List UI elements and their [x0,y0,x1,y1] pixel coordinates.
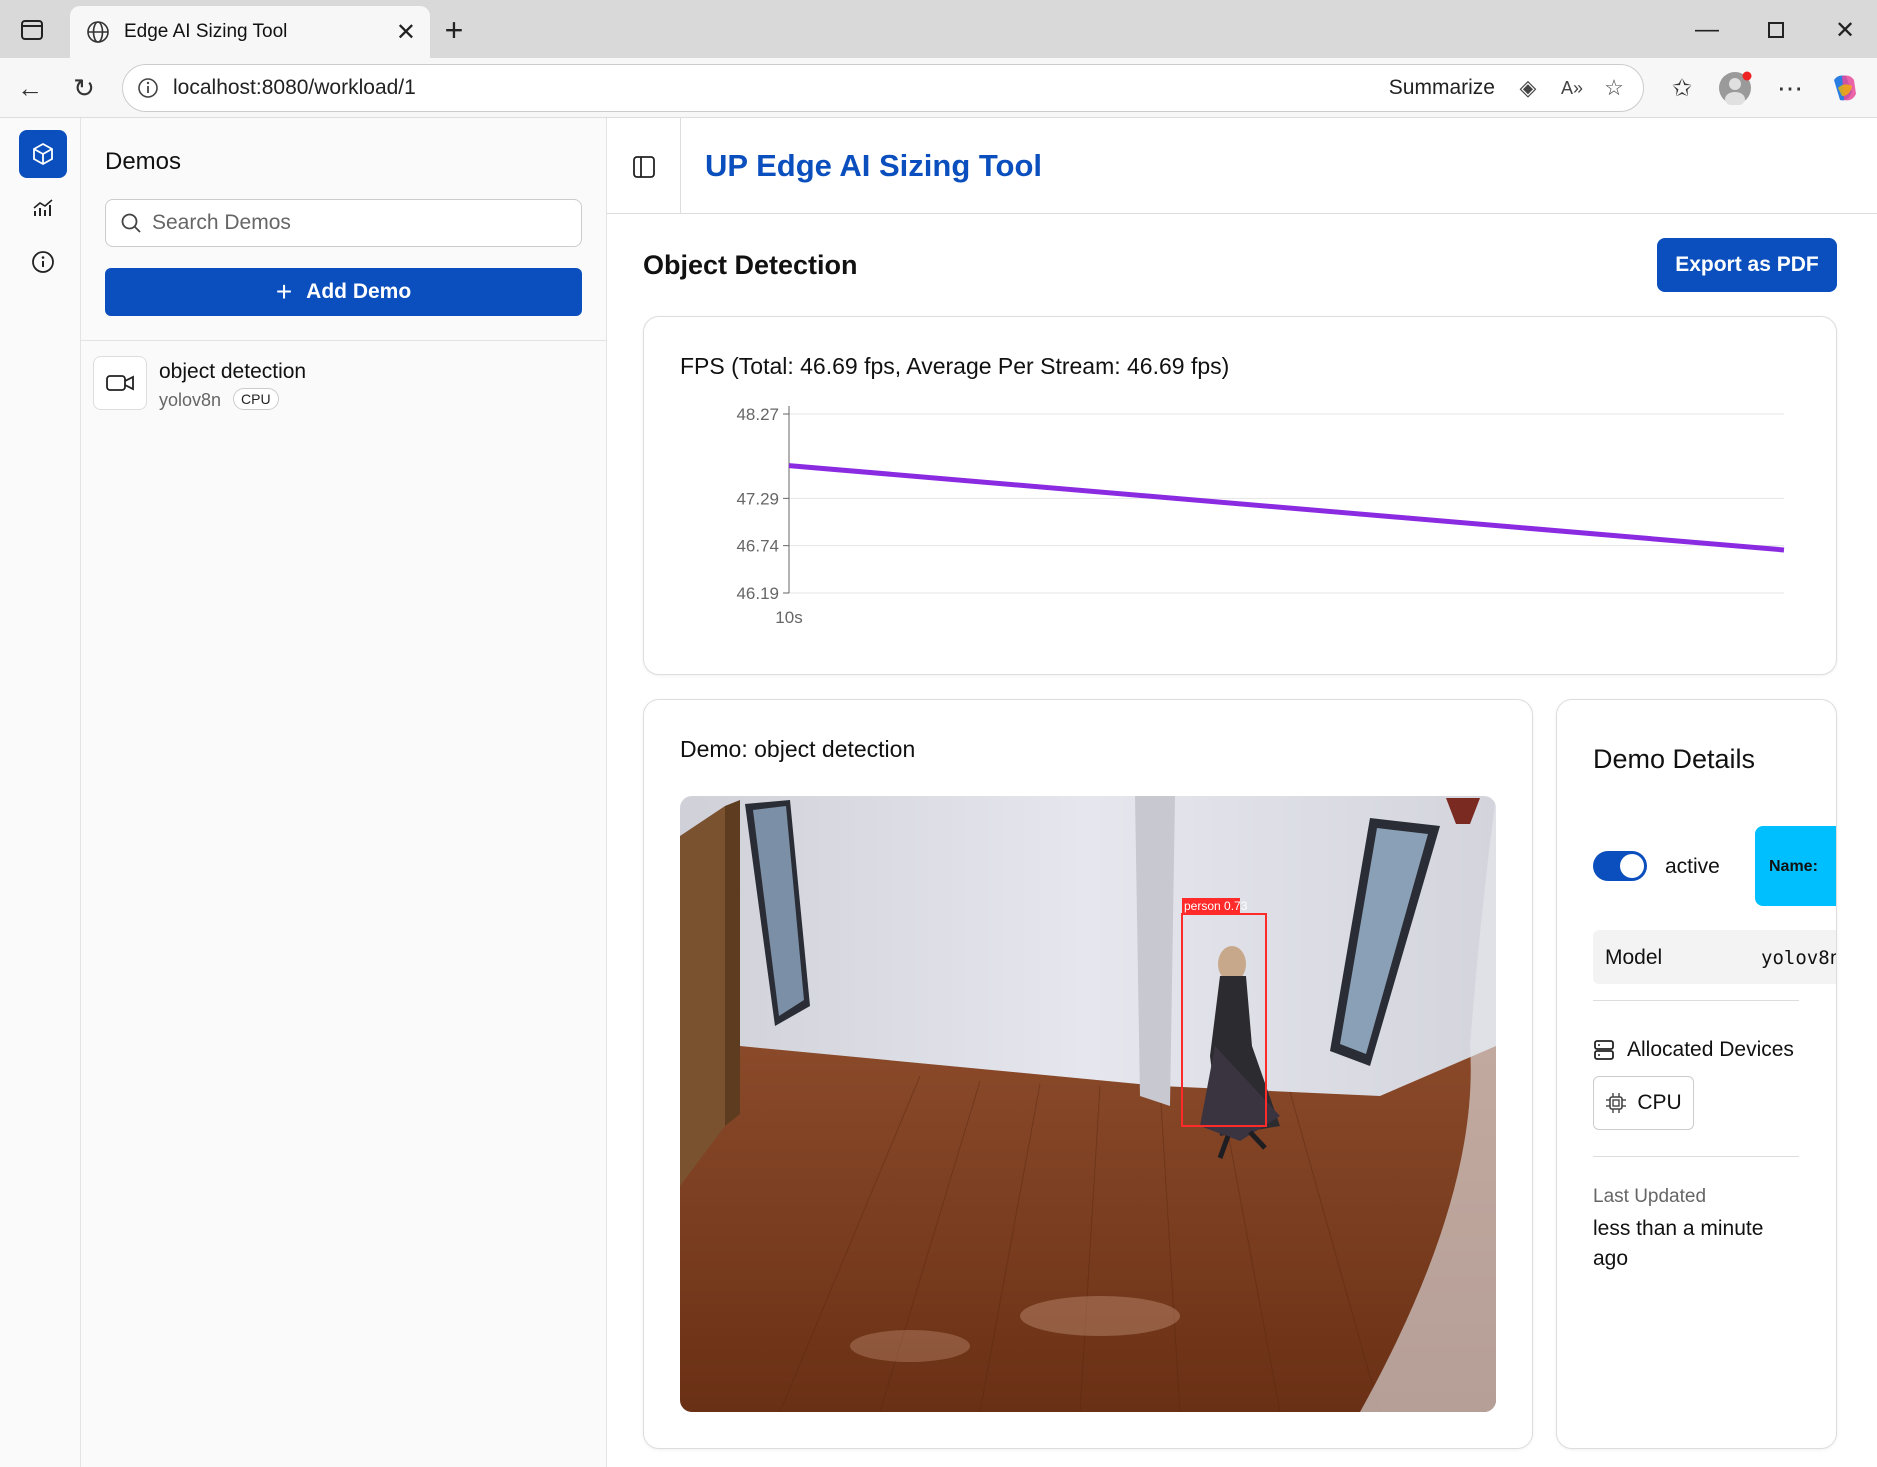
search-icon [121,213,141,233]
close-window-icon[interactable]: ✕ [1825,10,1865,50]
details-divider [1593,1000,1799,1001]
export-pdf-button[interactable]: Export as PDF [1657,238,1837,292]
page-title: Object Detection [643,250,858,280]
sidebar-title: Demos [105,148,182,175]
fps-series-line [788,463,1785,553]
model-value: yolov8n [1761,947,1837,969]
demo-details-card: Demo Details active Name: Model yolov8n … [1556,699,1837,1449]
cpu-chip-icon [1606,1093,1627,1113]
model-row: Model yolov8n [1593,930,1837,984]
browser-tab[interactable]: Edge AI Sizing Tool ✕ [70,6,430,58]
model-key: Model [1605,946,1663,969]
search-input[interactable] [152,211,552,235]
read-aloud-icon[interactable]: A» [1555,71,1589,105]
header-divider [680,118,681,214]
favorite-star-icon[interactable]: ☆ [1597,71,1631,105]
active-toggle[interactable] [1593,851,1647,881]
name-field[interactable]: Name: [1755,826,1836,906]
y-tick-label: 47.29 [736,489,779,508]
address-bar: ← ↻ localhost:8080/workload/1 Summarize … [0,58,1877,118]
globe-icon [87,21,109,43]
profile-avatar[interactable] [1717,70,1753,106]
server-icon [1594,1040,1614,1060]
details-title: Demo Details [1593,744,1756,774]
tab-actions-icon[interactable] [12,10,52,50]
sidebar-divider [81,340,607,341]
add-demo-label: Add Demo [306,280,412,303]
app-header: UP Edge AI Sizing Tool [607,118,1877,214]
demo-item-model: yolov8n [159,390,222,410]
url-text: localhost:8080/workload/1 [173,76,416,99]
search-box [105,199,582,247]
icon-rail [0,118,81,1467]
demos-cube-icon[interactable] [19,130,67,178]
tab-title: Edge AI Sizing Tool [124,21,288,42]
name-label: Name: [1769,858,1818,875]
allocated-label: Allocated Devices [1627,1038,1794,1061]
minimize-icon[interactable]: — [1687,10,1727,50]
last-updated-label: Last Updated [1593,1186,1707,1207]
video-camera-icon [93,356,147,410]
analytics-chart-icon[interactable] [19,184,67,232]
allocated-devices-heading: Allocated Devices [1593,1038,1794,1062]
device-badge: CPU [233,388,279,410]
details-divider [1593,1156,1799,1157]
y-tick-label: 46.74 [736,537,779,556]
y-tick-label: 46.19 [736,584,779,603]
app-title: UP Edge AI Sizing Tool [705,148,1042,183]
info-icon [138,78,158,98]
y-tick-label: 48.27 [736,405,779,424]
list-item[interactable]: object detection yolov8n CPU [93,356,593,416]
plus-icon: + [275,276,293,307]
fps-chart-card: FPS (Total: 46.69 fps, Average Per Strea… [643,316,1837,675]
detection-label: person 0.73 [1184,899,1248,913]
status-label: active [1665,855,1720,878]
fps-line-chart: 46.19 46.74 47.29 48.27 10s [736,405,1785,627]
toggle-knob [1620,854,1644,878]
video-stream: person 0.73 [680,796,1496,1412]
sidebar-toggle-icon[interactable] [631,154,659,182]
summarize-button[interactable]: Summarize [1389,76,1495,100]
video-title: Demo: object detection [680,736,916,762]
last-updated-value: less than a minute ago [1593,1217,1764,1270]
close-tab-icon[interactable]: ✕ [396,18,416,47]
refresh-icon[interactable]: ↻ [66,70,102,106]
device-label: CPU [1637,1091,1682,1114]
about-info-icon[interactable] [19,238,67,286]
back-icon[interactable]: ← [12,70,48,106]
demo-item-name: object detection [159,360,307,383]
maximize-icon[interactable] [1756,10,1796,50]
browser-tab-bar: Edge AI Sizing Tool ✕ + — ✕ [0,0,1877,58]
x-tick-label: 10s [775,608,802,627]
favorites-icon[interactable]: ✩ [1664,70,1700,106]
demos-sidebar: Demos + Add Demo object detection yolov8… [81,118,607,1467]
device-chip: CPU [1593,1076,1694,1130]
more-options-icon[interactable]: ⋯ [1772,70,1808,106]
add-demo-button[interactable]: + Add Demo [105,268,582,316]
copilot-icon[interactable] [1826,70,1862,106]
copilot-summarize-icon[interactable]: ◈ [1511,71,1545,105]
video-card: Demo: object detection person 0.73 [643,699,1533,1449]
url-field[interactable]: localhost:8080/workload/1 Summarize ◈ A»… [122,64,1644,112]
new-tab-icon[interactable]: + [434,10,474,50]
